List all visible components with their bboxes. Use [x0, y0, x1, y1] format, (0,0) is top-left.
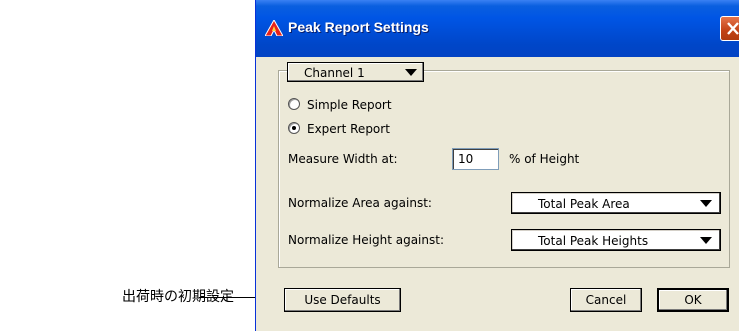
normalize-area-value: Total Peak Area [538, 197, 630, 211]
channel-selector-value: Channel 1 [304, 66, 365, 80]
simple-report-label[interactable]: Simple Report [307, 98, 392, 112]
app-logo-icon [264, 18, 284, 37]
expert-report-label[interactable]: Expert Report [307, 122, 390, 136]
peak-report-settings-dialog: Peak Report Settings Channel 1 Simple Re… [255, 0, 739, 331]
ok-button[interactable]: OK [657, 288, 729, 312]
normalize-height-label: Normalize Height against: [288, 233, 444, 247]
normalize-area-label: Normalize Area against: [288, 196, 432, 210]
normalize-height-select[interactable]: Total Peak Heights [511, 229, 721, 251]
chevron-down-icon [700, 237, 712, 244]
radio-selected-dot [292, 126, 296, 130]
normalize-area-select[interactable]: Total Peak Area [511, 192, 721, 214]
dialog-title: Peak Report Settings [288, 19, 429, 35]
close-button[interactable] [720, 16, 739, 41]
normalize-height-value: Total Peak Heights [538, 234, 649, 248]
measure-width-input[interactable]: 10 [452, 148, 499, 170]
chevron-down-icon [405, 69, 417, 76]
cancel-button[interactable]: Cancel [570, 288, 642, 312]
measure-width-label: Measure Width at: [288, 152, 398, 166]
channel-selector[interactable]: Channel 1 [287, 62, 424, 82]
close-icon [727, 22, 739, 35]
simple-report-radio[interactable] [288, 98, 300, 110]
chevron-down-icon [700, 200, 712, 207]
measure-width-suffix: % of Height [509, 152, 580, 166]
title-bar[interactable]: Peak Report Settings [256, 0, 739, 57]
use-defaults-button[interactable]: Use Defaults [284, 288, 401, 312]
expert-report-radio[interactable] [288, 122, 300, 134]
